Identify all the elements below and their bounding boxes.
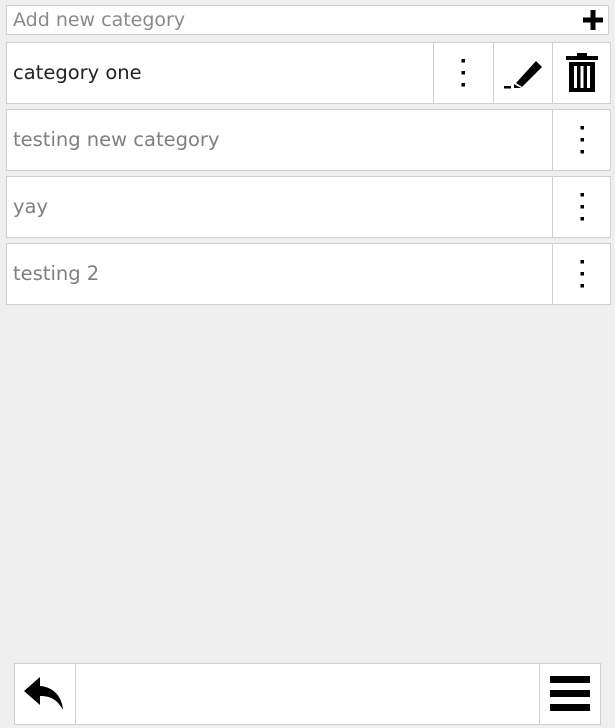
category-row[interactable]: yay xyxy=(6,176,611,238)
more-vertical-icon xyxy=(580,260,584,288)
category-more-button[interactable] xyxy=(552,244,610,304)
bottom-toolbar xyxy=(14,663,601,725)
category-label: yay xyxy=(13,195,49,218)
hamburger-menu-icon xyxy=(550,676,590,711)
trash-icon xyxy=(565,53,598,92)
category-row[interactable]: testing 2 xyxy=(6,243,611,305)
category-label: category one xyxy=(13,61,142,84)
plus-icon xyxy=(583,10,603,30)
reply-arrow-icon xyxy=(24,677,63,710)
menu-button[interactable] xyxy=(539,664,600,724)
category-delete-button[interactable] xyxy=(552,43,610,103)
category-more-button[interactable] xyxy=(433,43,491,103)
add-category-input[interactable] xyxy=(7,6,573,34)
more-vertical-icon xyxy=(580,193,584,221)
more-vertical-icon xyxy=(580,126,584,154)
category-more-button[interactable] xyxy=(552,110,610,170)
category-edit-button[interactable] xyxy=(493,43,551,103)
pencil-icon xyxy=(503,61,542,89)
more-vertical-icon xyxy=(461,59,465,87)
category-label: testing new category xyxy=(13,128,220,151)
add-category-bar xyxy=(6,5,609,35)
back-button[interactable] xyxy=(15,664,76,724)
category-row[interactable]: category one xyxy=(6,42,611,104)
add-category-button[interactable] xyxy=(582,9,604,31)
category-row[interactable]: testing new category xyxy=(6,109,611,171)
category-more-button[interactable] xyxy=(552,177,610,237)
category-label: testing 2 xyxy=(13,262,100,285)
